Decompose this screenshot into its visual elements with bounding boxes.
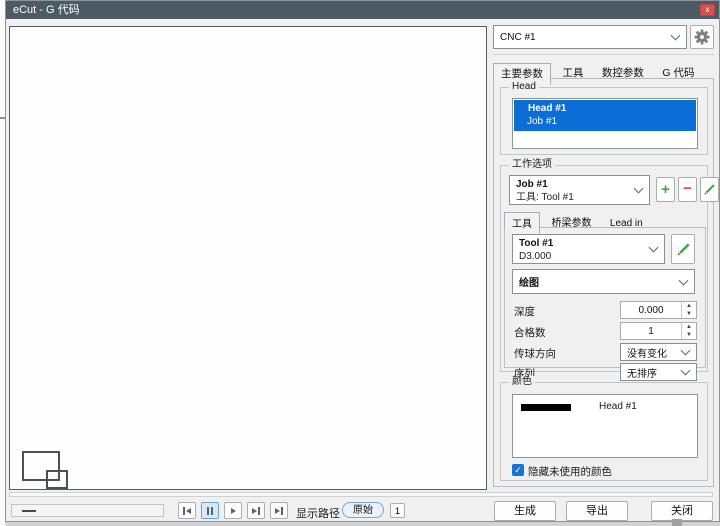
skip-to-end-icon — [281, 506, 284, 515]
list-item-job[interactable]: Job #1 — [514, 115, 696, 128]
media-skip-start-button[interactable] — [178, 502, 196, 519]
pencil-icon — [677, 243, 690, 256]
colors-group-legend: 颜色 — [509, 376, 535, 388]
tool-select-line1: Tool #1 — [519, 238, 554, 249]
pause-icon — [210, 506, 213, 515]
step-forward-icon — [251, 507, 257, 514]
titlebar[interactable]: eCut - G 代码 — [6, 1, 719, 19]
spinner-arrows[interactable]: ▲ ▼ — [681, 323, 696, 339]
passes-spinner[interactable]: 1 ▲ ▼ — [620, 322, 697, 340]
origin-toggle-button[interactable]: 原始 — [342, 502, 384, 518]
generate-button[interactable]: 生成 — [494, 501, 556, 521]
host-scrollbar-mark — [672, 519, 682, 526]
export-button[interactable]: 导出 — [566, 501, 628, 521]
slider-handle[interactable] — [22, 510, 36, 512]
remove-job-button[interactable]: − — [678, 177, 697, 202]
chevron-down-icon — [648, 242, 659, 253]
depth-label: 深度 — [514, 306, 535, 318]
skip-to-end-icon — [274, 507, 280, 514]
pause-icon — [207, 506, 210, 515]
skip-to-start-icon — [186, 507, 192, 514]
canvas-shape-rect-small — [46, 470, 68, 489]
edit-tool-button[interactable] — [671, 234, 695, 264]
list-item-head[interactable]: Head #1 — [514, 102, 696, 115]
job-options-legend: 工作选项 — [509, 159, 555, 171]
head-group-legend: Head — [509, 81, 539, 93]
settings-button[interactable] — [690, 25, 714, 49]
play-icon — [230, 507, 236, 514]
window-title: eCut - G 代码 — [13, 4, 80, 16]
depth-value: 0.000 — [638, 304, 664, 316]
chevron-down-icon — [680, 365, 691, 376]
operation-mode-value: 绘图 — [519, 278, 539, 289]
header-separator — [493, 54, 714, 55]
media-skip-end-button[interactable] — [270, 502, 288, 519]
pass-direction-label: 传球方向 — [514, 348, 556, 360]
show-path-label: 显示路径 — [296, 508, 340, 520]
head-list-selection[interactable]: Head #1 Job #1 — [514, 100, 696, 131]
media-play-button[interactable] — [224, 502, 242, 519]
pass-direction-select[interactable]: 没有变化 — [620, 343, 697, 361]
color-row-label: Head #1 — [599, 401, 637, 412]
operation-mode-select[interactable]: 绘图 — [512, 269, 695, 294]
head-group: Head Head #1 Job #1 — [500, 81, 708, 155]
media-pause-button[interactable] — [201, 502, 219, 519]
progress-strip — [9, 492, 713, 497]
close-icon[interactable]: x — [700, 4, 715, 16]
pass-direction-value: 没有变化 — [627, 348, 667, 360]
tool-tabs: 工具 桥梁参数 Lead in — [504, 211, 706, 234]
job-select-line1: Job #1 — [516, 179, 548, 190]
tool-select[interactable]: Tool #1 D3.000 — [512, 234, 665, 264]
passes-label: 合格数 — [514, 327, 546, 339]
job-select-line2: 工具: Tool #1 — [516, 192, 574, 203]
close-button[interactable]: 关闭 — [651, 501, 713, 521]
spin-down-icon[interactable]: ▼ — [682, 331, 696, 339]
speed-slider[interactable] — [11, 504, 164, 517]
head-listbox[interactable]: Head #1 Job #1 — [512, 98, 698, 149]
chevron-down-icon — [633, 183, 644, 194]
cnc-select-value: CNC #1 — [500, 31, 536, 43]
hide-unused-colors-label: 隐藏未使用的颜色 — [528, 466, 612, 478]
cnc-select[interactable]: CNC #1 — [493, 25, 687, 49]
hide-unused-colors-checkbox[interactable]: ✓ — [512, 464, 524, 476]
sequence-value: 无排序 — [627, 368, 657, 380]
colors-group: 颜色 Head #1 ✓ 隐藏未使用的颜色 — [500, 376, 708, 481]
depth-spinner[interactable]: 0.000 ▲ ▼ — [620, 301, 697, 319]
add-job-button[interactable]: + — [656, 177, 675, 202]
spin-up-icon[interactable]: ▲ — [682, 302, 696, 310]
count-box[interactable]: 1 — [390, 503, 405, 518]
color-row[interactable]: Head #1 — [513, 395, 697, 415]
chevron-down-icon — [680, 345, 691, 356]
chevron-down-icon — [678, 275, 689, 285]
color-swatch — [521, 404, 571, 411]
gear-icon — [694, 29, 710, 45]
job-options-group: 工作选项 Job #1 工具: Tool #1 + − 工具 桥梁参数 Lead… — [500, 159, 719, 381]
main-tab-panel: Head Head #1 Job #1 工作选项 Job #1 工具: Tool… — [493, 79, 719, 487]
tool-select-line2: D3.000 — [519, 251, 552, 262]
passes-value: 1 — [648, 325, 654, 337]
spin-down-icon[interactable]: ▼ — [682, 310, 696, 318]
pencil-icon — [704, 184, 715, 195]
spinner-arrows[interactable]: ▲ ▼ — [681, 302, 696, 318]
chevron-down-icon — [670, 30, 681, 41]
edit-job-button[interactable] — [700, 177, 719, 202]
colors-list[interactable]: Head #1 — [512, 394, 698, 458]
step-forward-icon — [258, 506, 261, 515]
skip-to-start-icon — [182, 506, 185, 515]
main-tabs: 主要参数 工具 数控参数 G 代码 — [493, 62, 714, 85]
host-bottom-strip — [6, 522, 720, 526]
job-select[interactable]: Job #1 工具: Tool #1 — [509, 175, 650, 205]
ecut-gcode-dialog: eCut - G 代码 x CNC #1 主要参数 工具 数控参数 G 代码 H… — [5, 0, 720, 522]
sequence-select[interactable]: 无排序 — [620, 363, 697, 381]
preview-canvas[interactable] — [9, 26, 487, 490]
spin-up-icon[interactable]: ▲ — [682, 323, 696, 331]
media-step-forward-button[interactable] — [247, 502, 265, 519]
tool-tab-panel: Tool #1 D3.000 绘图 深度 0.000 ▲ ▼ 合格数 1 ▲ ▼… — [504, 228, 706, 381]
